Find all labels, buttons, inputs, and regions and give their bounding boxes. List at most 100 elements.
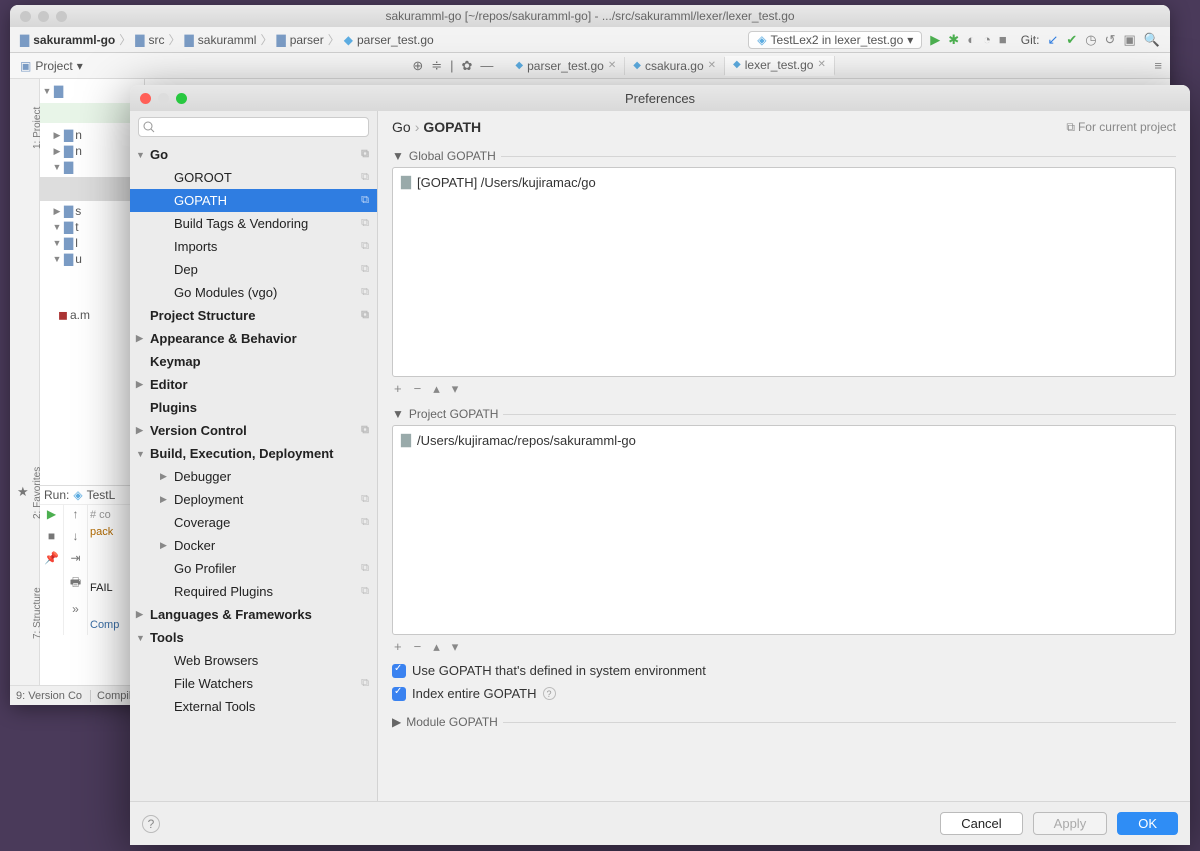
pref-tree-item[interactable]: Required Plugins⧉ bbox=[130, 580, 377, 603]
breadcrumb[interactable]: ▇ sakuramml-go〉 ▇ src〉 ▇ sakuramml〉 ▇ pa… bbox=[20, 31, 434, 48]
pref-tree-item[interactable]: GOPATH⧉ bbox=[130, 189, 377, 212]
section-module[interactable]: ▶Module GOPATH bbox=[392, 715, 1176, 729]
tree-item-label: Dep bbox=[174, 262, 361, 277]
add-icon[interactable]: + bbox=[394, 639, 402, 655]
cancel-button[interactable]: Cancel bbox=[940, 812, 1022, 835]
more-icon[interactable]: » bbox=[72, 602, 79, 616]
pref-tree-item[interactable]: ▶Docker bbox=[130, 534, 377, 557]
list-item[interactable]: ▇[GOPATH] /Users/kujiramac/go bbox=[397, 172, 1171, 192]
tab-lexer-test[interactable]: ◆lexer_test.go✕ bbox=[725, 56, 835, 76]
list-item[interactable]: ▇/Users/kujiramac/repos/sakuramml-go bbox=[397, 430, 1171, 450]
down-icon[interactable]: ▾ bbox=[452, 381, 459, 397]
pref-tree-item[interactable]: Plugins bbox=[130, 396, 377, 419]
pref-tree-item[interactable]: ▼Tools bbox=[130, 626, 377, 649]
down-icon[interactable]: ▾ bbox=[452, 639, 459, 655]
tree-item-label: External Tools bbox=[174, 699, 369, 714]
checkbox-icon[interactable] bbox=[392, 687, 406, 701]
ide-icon[interactable]: ▣ bbox=[1124, 32, 1136, 48]
run-config-selector[interactable]: ◈ TestLex2 in lexer_test.go ▾ bbox=[748, 31, 922, 49]
tab-csakura[interactable]: ◆csakura.go✕ bbox=[625, 57, 725, 75]
checkbox-icon[interactable] bbox=[392, 664, 406, 678]
rerun-icon[interactable]: ▶ bbox=[47, 507, 56, 521]
remove-icon[interactable]: − bbox=[414, 639, 422, 655]
git-label: Git: bbox=[1021, 33, 1040, 47]
hide-icon[interactable]: — bbox=[480, 58, 493, 74]
pref-tree-item[interactable]: Dep⧉ bbox=[130, 258, 377, 281]
collapse-icon[interactable]: ≑ bbox=[431, 58, 442, 74]
history-icon[interactable]: ◷ bbox=[1085, 32, 1096, 48]
index-gopath-checkbox[interactable]: Index entire GOPATH? bbox=[392, 686, 1176, 701]
help-icon[interactable]: ? bbox=[543, 687, 556, 700]
project-gopath-list[interactable]: ▇/Users/kujiramac/repos/sakuramml-go bbox=[392, 425, 1176, 635]
pref-tree-item[interactable]: ▼Go⧉ bbox=[130, 143, 377, 166]
pref-tree-item[interactable]: Project Structure⧉ bbox=[130, 304, 377, 327]
vcs-update-icon[interactable]: ↙ bbox=[1047, 32, 1058, 48]
help-button[interactable]: ? bbox=[142, 815, 160, 833]
apply-button[interactable]: Apply bbox=[1033, 812, 1108, 835]
pref-tree-item[interactable]: File Watchers⧉ bbox=[130, 672, 377, 695]
section-project[interactable]: ▼Project GOPATH bbox=[392, 407, 1176, 421]
breadcrumb-item[interactable]: src bbox=[149, 33, 165, 47]
pref-tree-item[interactable]: Web Browsers bbox=[130, 649, 377, 672]
editor-tabs: ◆parser_test.go✕ ◆csakura.go✕ ◆lexer_tes… bbox=[507, 56, 834, 76]
breadcrumb-item[interactable]: sakuramml bbox=[198, 33, 257, 47]
go-file-icon: ◆ bbox=[344, 33, 353, 47]
breadcrumb-item[interactable]: sakuramml-go bbox=[33, 33, 115, 47]
pref-tree-item[interactable]: Imports⧉ bbox=[130, 235, 377, 258]
pref-tree-item[interactable]: ▶Debugger bbox=[130, 465, 377, 488]
search-icon[interactable]: 🔍 bbox=[1144, 32, 1160, 48]
close-icon[interactable]: ✕ bbox=[817, 59, 825, 70]
stop-icon[interactable]: ■ bbox=[48, 529, 55, 543]
pref-tree-item[interactable]: Go Profiler⧉ bbox=[130, 557, 377, 580]
print-icon[interactable]: 🖶 bbox=[70, 573, 81, 594]
tree-item-label: Go Profiler bbox=[174, 561, 361, 576]
add-icon[interactable]: + bbox=[394, 381, 402, 397]
folder-icon: ▇ bbox=[401, 174, 411, 190]
pref-tree-item[interactable]: External Tools bbox=[130, 695, 377, 718]
down-icon[interactable]: ↓ bbox=[73, 529, 79, 543]
pref-tree-item[interactable]: ▶Version Control⧉ bbox=[130, 419, 377, 442]
breadcrumb-item[interactable]: parser_test.go bbox=[357, 33, 434, 47]
coverage-icon[interactable]: ◐ bbox=[967, 32, 975, 47]
vcs-commit-icon[interactable]: ✔ bbox=[1066, 32, 1077, 48]
revert-icon[interactable]: ↺ bbox=[1105, 32, 1116, 48]
close-icon[interactable]: ✕ bbox=[708, 60, 716, 71]
section-global[interactable]: ▼Global GOPATH bbox=[392, 149, 1176, 163]
stop-icon[interactable]: ■ bbox=[999, 32, 1007, 47]
project-scope-icon: ⧉ bbox=[361, 562, 369, 575]
debug-icon[interactable]: ✱ bbox=[948, 32, 959, 48]
pref-tree-item[interactable]: ▶Appearance & Behavior bbox=[130, 327, 377, 350]
up-icon[interactable]: ▴ bbox=[433, 639, 440, 655]
ok-button[interactable]: OK bbox=[1117, 812, 1178, 835]
use-gopath-checkbox[interactable]: Use GOPATH that's defined in system envi… bbox=[392, 663, 1176, 678]
up-icon[interactable]: ▴ bbox=[433, 381, 440, 397]
pref-tree-item[interactable]: ▶Deployment⧉ bbox=[130, 488, 377, 511]
tab-parser-test[interactable]: ◆parser_test.go✕ bbox=[507, 57, 625, 75]
breadcrumb-item[interactable]: parser bbox=[290, 33, 324, 47]
pref-tree-item[interactable]: Go Modules (vgo)⧉ bbox=[130, 281, 377, 304]
vc-tab[interactable]: 9: Version Co bbox=[16, 690, 82, 702]
pref-tree-item[interactable]: ▶Languages & Frameworks bbox=[130, 603, 377, 626]
close-icon[interactable]: ✕ bbox=[608, 60, 616, 71]
folder-icon: ▇ bbox=[185, 33, 194, 47]
db-icon[interactable]: ≡ bbox=[1154, 58, 1162, 73]
pref-tree-item[interactable]: Build Tags & Vendoring⧉ bbox=[130, 212, 377, 235]
wrap-icon[interactable]: ⇥ bbox=[70, 551, 80, 565]
run-icon[interactable]: ▶ bbox=[930, 32, 940, 48]
project-view-selector[interactable]: ▣ Project ▾ bbox=[10, 59, 93, 73]
pref-tree-item[interactable]: Coverage⧉ bbox=[130, 511, 377, 534]
pref-tree-item[interactable]: ▼Build, Execution, Deployment bbox=[130, 442, 377, 465]
gear-icon[interactable]: ✿ bbox=[462, 58, 473, 74]
tree-item-label: Deployment bbox=[174, 492, 361, 507]
pref-tree-item[interactable]: Keymap bbox=[130, 350, 377, 373]
pref-search-input[interactable] bbox=[138, 117, 369, 137]
profile-icon[interactable]: ◔ bbox=[983, 32, 991, 47]
pref-tree[interactable]: ▼Go⧉GOROOT⧉GOPATH⧉Build Tags & Vendoring… bbox=[130, 143, 377, 801]
up-icon[interactable]: ↑ bbox=[73, 507, 79, 521]
remove-icon[interactable]: − bbox=[414, 381, 422, 397]
target-icon[interactable]: ⊕ bbox=[412, 58, 423, 74]
pref-tree-item[interactable]: GOROOT⧉ bbox=[130, 166, 377, 189]
global-gopath-list[interactable]: ▇[GOPATH] /Users/kujiramac/go bbox=[392, 167, 1176, 377]
pref-tree-item[interactable]: ▶Editor bbox=[130, 373, 377, 396]
pin-icon[interactable]: 📌 bbox=[44, 551, 59, 565]
